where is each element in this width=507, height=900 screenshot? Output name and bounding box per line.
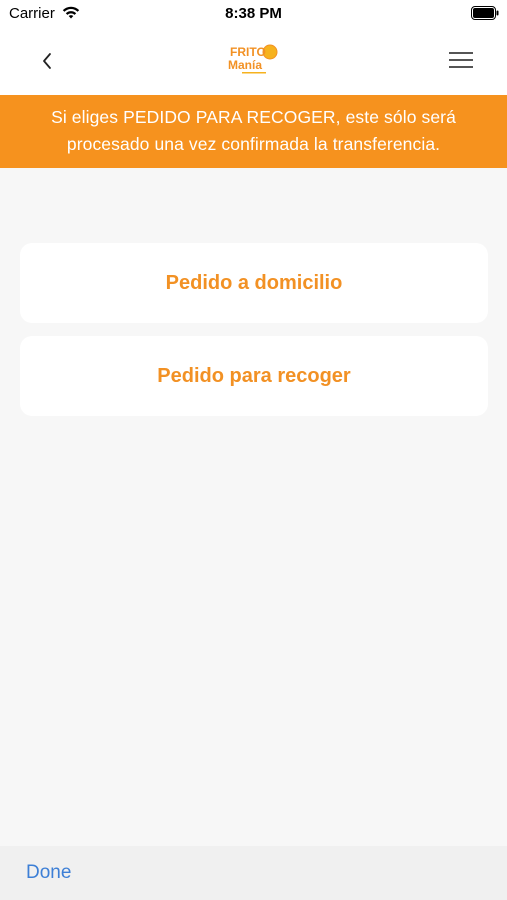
info-banner: Si eliges PEDIDO PARA RECOGER, este sólo… bbox=[0, 95, 507, 168]
status-bar: Carrier 8:38 PM bbox=[0, 0, 507, 28]
fritomania-logo: FRITO Manía bbox=[228, 44, 278, 74]
delivery-order-label: Pedido a domicilio bbox=[165, 271, 343, 294]
keyboard-toolbar: Done bbox=[0, 846, 507, 900]
logo-text-top: FRITO bbox=[230, 45, 266, 59]
delivery-order-button[interactable]: Pedido a domicilio bbox=[20, 243, 488, 323]
banner-line-1: Si eliges PEDIDO PARA RECOGER, este sólo… bbox=[51, 107, 456, 127]
hamburger-menu-button[interactable] bbox=[447, 48, 475, 72]
pickup-order-label: Pedido para recoger bbox=[157, 364, 351, 387]
battery-icon bbox=[471, 6, 499, 20]
logo-text-bottom: Manía bbox=[228, 58, 262, 72]
navigation-bar: FRITO Manía bbox=[0, 28, 507, 95]
done-button[interactable]: Done bbox=[26, 862, 71, 884]
back-button[interactable] bbox=[30, 44, 64, 78]
clock: 8:38 PM bbox=[225, 5, 282, 22]
pickup-order-button[interactable]: Pedido para recoger bbox=[20, 336, 488, 416]
hamburger-menu-icon bbox=[447, 52, 475, 68]
chevron-left-icon bbox=[43, 53, 51, 69]
banner-line-2: procesado una vez confirmada la transfer… bbox=[66, 134, 441, 154]
